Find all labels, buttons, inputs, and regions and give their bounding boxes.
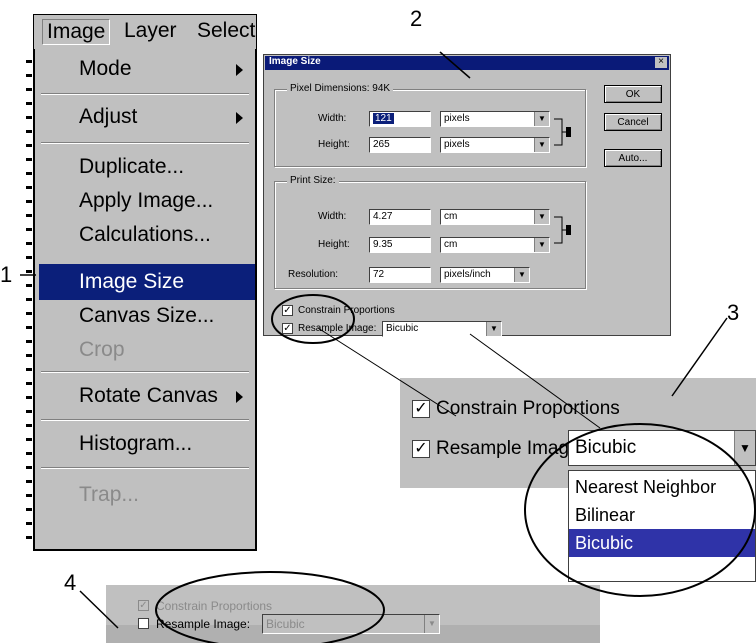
chevron-down-icon: ▼ (534, 210, 549, 224)
print-height-field[interactable]: 9.35 (369, 237, 431, 253)
menu-item-rotate-canvas[interactable]: Rotate Canvas (79, 384, 218, 408)
menu-item-adjust[interactable]: Adjust (79, 105, 137, 129)
disabled-constrain-checkbox: ✓ (138, 600, 149, 611)
resample-label: Resample Image: (298, 323, 377, 334)
pixel-dimensions-group: Pixel Dimensions: 94K (274, 83, 586, 167)
pixel-dimensions-label: Pixel Dimensions: 94K (287, 83, 394, 94)
resolution-unit-select[interactable]: pixels/inch ▼ (440, 267, 530, 283)
print-height-unit-select[interactable]: cm ▼ (440, 237, 550, 253)
print-width-label: Width: (318, 211, 347, 222)
pixel-height-unit: pixels (444, 139, 470, 150)
pixel-width-value: 121 (373, 113, 394, 124)
print-size-label: Print Size: (287, 175, 339, 186)
step-number-4: 4 (64, 570, 77, 595)
pixel-width-unit-select[interactable]: pixels ▼ (440, 111, 550, 127)
menu-item-trap: Trap... (79, 483, 139, 506)
menu-separator (41, 142, 249, 144)
pixel-height-label: Height: (318, 139, 350, 150)
option-bilinear[interactable]: Bilinear (569, 501, 755, 529)
print-height-label: Height: (318, 239, 350, 250)
resample-checkbox[interactable]: ✓ (282, 323, 293, 334)
menubar-layer[interactable]: Layer (124, 19, 177, 43)
resolution-field[interactable]: 72 (369, 267, 431, 283)
print-height-unit: cm (444, 239, 458, 250)
zoom-constrain-checkbox[interactable]: ✓ (412, 400, 430, 418)
auto-button[interactable]: Auto... (604, 149, 662, 167)
resample-off-checkbox[interactable] (138, 618, 149, 629)
menu-item-calculations[interactable]: Calculations... (79, 223, 211, 247)
disabled-resample-select: Bicubic ▼ (262, 614, 440, 634)
menu-item-apply-image[interactable]: Apply Image... (79, 189, 213, 213)
menu-item-duplicate[interactable]: Duplicate... (79, 155, 184, 179)
pixel-width-unit: pixels (444, 113, 470, 124)
menu-separator (41, 93, 249, 95)
print-width-unit-select[interactable]: cm ▼ (440, 209, 550, 225)
disabled-constrain-label: Constrain Proportions (156, 599, 273, 613)
chevron-down-icon: ▼ (734, 431, 755, 465)
dialog-title: Image Size (269, 56, 321, 67)
step-number-1: 1 (0, 262, 13, 287)
menubar-select[interactable]: Select (197, 19, 255, 43)
submenu-arrow-icon (236, 391, 243, 403)
chevron-down-icon: ▼ (534, 138, 549, 152)
link-bracket-icon (554, 118, 571, 146)
step-number-3: 3 (727, 300, 740, 325)
menubar: Image Layer Select (33, 14, 257, 50)
pixel-height-field[interactable]: 265 (369, 137, 431, 153)
canvas-edge-strip (26, 60, 32, 550)
disabled-resample-value: Bicubic (266, 617, 305, 631)
menu-item-crop: Crop (79, 338, 125, 361)
submenu-arrow-icon (236, 64, 243, 76)
print-width-field[interactable]: 4.27 (369, 209, 431, 225)
cancel-button[interactable]: Cancel (604, 113, 662, 131)
menubar-image[interactable]: Image (42, 19, 111, 45)
menu-item-mode[interactable]: Mode (79, 57, 132, 81)
resample-off-label: Resample Image: (156, 617, 251, 631)
print-width-unit: cm (444, 211, 458, 222)
zoom-resample-select[interactable]: Bicubic ▼ (568, 430, 756, 466)
link-bracket-icon (554, 216, 571, 244)
pixel-width-label: Width: (318, 113, 347, 124)
option-nearest-neighbor[interactable]: Nearest Neighbor (569, 473, 755, 501)
zoom-constrain-label: Constrain Proportions (436, 398, 620, 419)
resolution-unit: pixels/inch (444, 269, 491, 280)
constrain-label: Constrain Proportions (298, 305, 395, 316)
resample-options-list: Nearest Neighbor Bilinear Bicubic (568, 470, 756, 582)
zoom-resample-value: Bicubic (575, 437, 637, 458)
option-bicubic[interactable]: Bicubic (569, 529, 755, 557)
chevron-down-icon: ▼ (424, 615, 439, 633)
pixel-width-field[interactable]: 121 (369, 111, 431, 127)
chevron-down-icon: ▼ (534, 238, 549, 252)
ok-button[interactable]: OK (604, 85, 662, 103)
image-size-dialog: Image Size × Pixel Dimensions: 94K Width… (263, 54, 671, 337)
zoom-resample-label: Resample Image: (436, 438, 585, 459)
menu-item-canvas-size[interactable]: Canvas Size... (79, 304, 214, 328)
submenu-arrow-icon (236, 112, 243, 124)
image-menu: Mode Adjust Duplicate... Apply Image... … (33, 49, 257, 551)
menu-separator (41, 419, 249, 421)
menu-item-image-size[interactable]: Image Size (79, 270, 184, 294)
menu-item-histogram[interactable]: Histogram... (79, 432, 192, 456)
chevron-down-icon: ▼ (514, 268, 529, 282)
chevron-down-icon: ▼ (486, 322, 501, 336)
menu-separator (41, 371, 249, 373)
pixel-height-unit-select[interactable]: pixels ▼ (440, 137, 550, 153)
step-number-2: 2 (410, 6, 423, 31)
close-icon[interactable]: × (655, 57, 667, 68)
constrain-checkbox[interactable]: ✓ (282, 305, 293, 316)
resample-method-value: Bicubic (386, 323, 419, 334)
chevron-down-icon: ▼ (534, 112, 549, 126)
zoom-resample-checkbox[interactable]: ✓ (412, 440, 430, 458)
resample-method-select[interactable]: Bicubic ▼ (382, 321, 502, 337)
menu-separator (41, 467, 249, 469)
resolution-label: Resolution: (288, 269, 339, 280)
dialog-titlebar: Image Size × (265, 56, 669, 70)
